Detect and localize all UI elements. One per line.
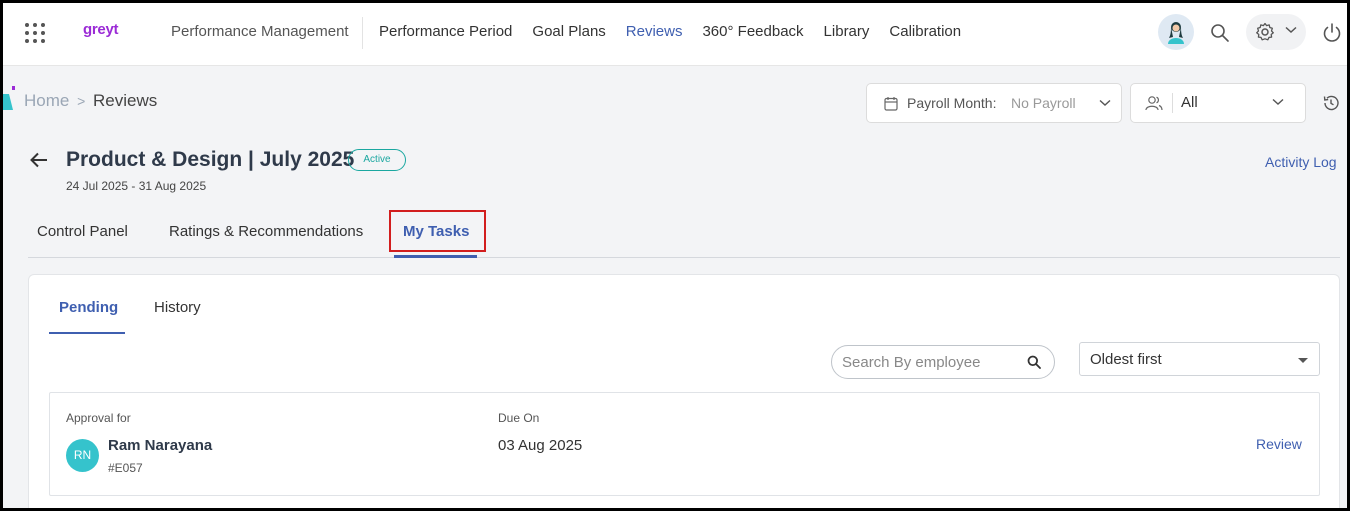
sort-order-value: Oldest first — [1090, 351, 1162, 368]
employee-code: #E057 — [108, 461, 143, 475]
search-icon[interactable] — [1210, 23, 1230, 48]
due-on-label: Due On — [498, 411, 540, 425]
calendar-icon — [884, 97, 898, 111]
gear-icon — [1256, 22, 1274, 41]
highlight-box — [389, 210, 486, 252]
chevron-down-icon — [1285, 26, 1297, 34]
tab-ratings-recommendations[interactable]: Ratings & Recommendations — [169, 223, 363, 240]
payroll-month-dropdown[interactable]: Payroll Month: No Payroll — [866, 83, 1122, 123]
review-button[interactable]: Review — [1256, 436, 1302, 452]
active-tab-indicator — [394, 255, 477, 258]
logout-power-icon[interactable] — [1321, 22, 1343, 49]
nav-item-reviews[interactable]: Reviews — [626, 23, 683, 40]
top-navbar: greyt Performance Management Performance… — [3, 3, 1347, 66]
main-tabs: Control Panel Ratings & Recommendations … — [28, 210, 1340, 258]
history-icon[interactable] — [1322, 94, 1340, 117]
payroll-month-label: Payroll Month: — [907, 95, 997, 111]
employee-group-dropdown[interactable]: All — [1130, 83, 1306, 123]
app-window: greyt Performance Management Performance… — [0, 0, 1350, 511]
nav-item-360-feedback[interactable]: 360° Feedback — [702, 23, 803, 40]
app-grid-icon[interactable] — [25, 23, 45, 43]
status-badge: Active — [348, 149, 406, 171]
sort-order-select[interactable]: Oldest first — [1079, 342, 1320, 376]
nav-item-calibration[interactable]: Calibration — [889, 23, 961, 40]
review-date-range: 24 Jul 2025 - 31 Aug 2025 — [66, 179, 207, 193]
user-avatar-icon — [1168, 22, 1184, 44]
caret-down-icon — [1298, 358, 1308, 363]
back-arrow-icon[interactable] — [29, 150, 49, 175]
approval-for-label: Approval for — [66, 411, 131, 425]
chevron-down-icon — [1099, 99, 1111, 106]
nav-item-library[interactable]: Library — [824, 23, 870, 40]
active-subtab-indicator — [49, 332, 125, 334]
tasks-card: Pending History Oldest first Approval fo… — [28, 274, 1340, 508]
settings-menu-button[interactable] — [1246, 14, 1306, 50]
due-date: 03 Aug 2025 — [498, 437, 583, 454]
payroll-month-value: No Payroll — [1011, 95, 1076, 111]
avatar: RN — [66, 439, 99, 472]
tab-pending[interactable]: Pending — [59, 299, 118, 316]
task-subtabs: Pending History — [49, 275, 449, 335]
search-icon[interactable] — [1027, 355, 1041, 369]
side-panel-handle[interactable] — [3, 86, 16, 116]
breadcrumb-separator: > — [77, 93, 86, 109]
module-title: Performance Management — [171, 23, 349, 40]
employee-search — [831, 345, 1055, 379]
logo[interactable]: greyt — [83, 21, 118, 38]
breadcrumb-home-link[interactable]: Home — [24, 91, 69, 110]
tab-control-panel[interactable]: Control Panel — [37, 223, 128, 240]
user-avatar[interactable] — [1158, 14, 1194, 50]
nav-item-performance-period[interactable]: Performance Period — [379, 23, 512, 40]
main-nav: Performance Period Goal Plans Reviews 36… — [379, 23, 981, 40]
employee-name: Ram Narayana — [108, 437, 213, 454]
nav-item-goal-plans[interactable]: Goal Plans — [532, 23, 605, 40]
employee-group-value: All — [1181, 94, 1198, 111]
page-title: Product & Design | July 2025 — [66, 148, 355, 171]
chevron-down-icon — [1272, 98, 1284, 105]
tab-history[interactable]: History — [154, 299, 201, 316]
search-input[interactable] — [842, 353, 1022, 371]
breadcrumb-current: Reviews — [93, 91, 158, 110]
activity-log-link[interactable]: Activity Log — [1265, 154, 1337, 170]
breadcrumb: Home > Reviews — [24, 91, 157, 111]
field-separator — [1172, 93, 1173, 113]
nav-divider — [362, 17, 363, 49]
people-icon — [1145, 96, 1163, 111]
task-row: Approval for Due On RN Ram Narayana #E05… — [49, 392, 1320, 496]
